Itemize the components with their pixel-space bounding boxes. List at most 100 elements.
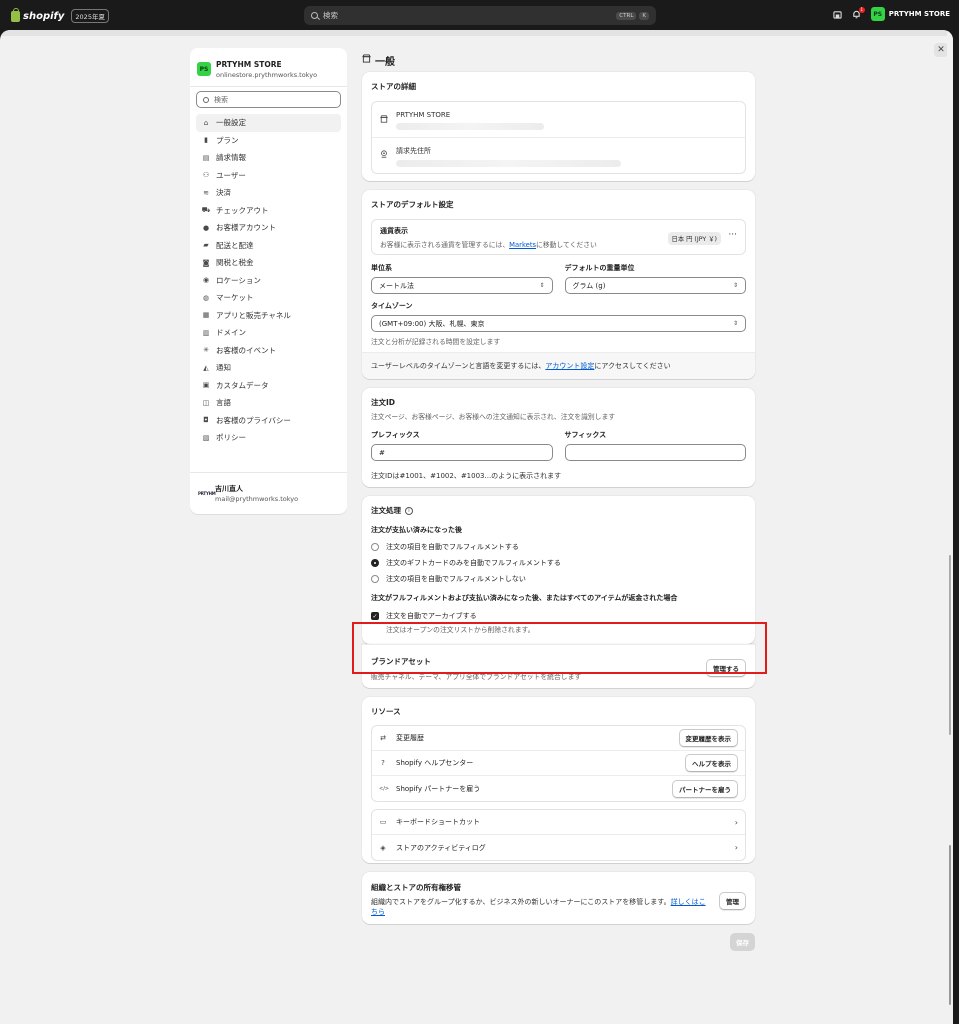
sidebar-item-16[interactable]: ◫ 言語 <box>196 394 341 412</box>
resource-nav-row-1[interactable]: ◈ ストアのアクティビティログ › <box>372 835 745 860</box>
resource-button[interactable]: 変更履歴を表示 <box>678 729 738 747</box>
plan-icon: ▮ <box>204 136 208 145</box>
sidebar-item-label: マーケット <box>216 293 254 303</box>
suffix-label: サフィックス <box>564 431 607 439</box>
sidebar-item-18[interactable]: ▧ ポリシー <box>196 429 341 447</box>
sidebar-item-3[interactable]: ⚇ ユーザー <box>196 167 341 185</box>
resource-button[interactable]: ヘルプを表示 <box>685 754 738 772</box>
save-button[interactable]: 保存 <box>730 933 755 951</box>
chevron-right-icon: › <box>734 843 738 852</box>
resource-label: キーボードショートカット <box>396 818 480 826</box>
language-icon: ◫ <box>202 398 210 407</box>
resources-tools-box: ▭ キーボードショートカット › ◈ ストアのアクティビティログ › <box>371 809 746 861</box>
shopify-logo[interactable]: shopify 2025年夏 <box>11 7 109 23</box>
scrollbar-thumb-secondary[interactable] <box>949 845 951 1005</box>
prefix-input[interactable]: # <box>371 444 553 461</box>
fulfillment-option-1[interactable]: 注文のギフトカードのみを自動でフルフィルメントする <box>371 555 746 571</box>
fulfillment-option-label: 注文のギフトカードのみを自動でフルフィルメントする <box>386 559 561 567</box>
sidebar-item-10[interactable]: ◍ マーケット <box>196 289 341 307</box>
fulfillment-option-label: 注文の項目を自動でフルフィルメントしない <box>386 575 526 583</box>
ownership-heading: 組織とストアの所有権移管 <box>371 883 461 892</box>
radio-button[interactable] <box>371 575 379 583</box>
manage-ownership-button[interactable]: 管理 <box>719 892 746 910</box>
account-note-pre: ユーザーレベルのタイムゾーンと言語を変更するには、 <box>371 362 546 370</box>
location-icon: ◉ <box>202 276 210 285</box>
sidebar-nav: ⌂ 一般設定 ▮ プラン ▤ 請求情報 ⚇ ユーザー ≋ 決済 ⛟ チェックアウト ● お客様アカウント ▰… <box>190 114 347 447</box>
sidebar-item-7[interactable]: ▰ 配送と配達 <box>196 237 341 255</box>
sidebar-item-0[interactable]: ⌂ 一般設定 <box>196 114 341 132</box>
store-name-row[interactable]: PRTYHM STORE <box>372 102 745 138</box>
close-button[interactable]: ✕ <box>934 43 948 57</box>
account-settings-link[interactable]: アカウント設定 <box>545 361 594 371</box>
more-icon[interactable]: ··· <box>728 230 737 240</box>
page-title: 一般 <box>362 48 755 72</box>
resource-label: ストアのアクティビティログ <box>396 843 486 852</box>
sidebar-item-2[interactable]: ▤ 請求情報 <box>196 149 341 167</box>
keyboard-icon: ▭ <box>379 818 387 826</box>
currency-desc-pre: お客様に表示される通貨を管理するには、 <box>380 241 510 249</box>
markets-link[interactable]: Markets <box>509 241 536 249</box>
search-placeholder: 検索 <box>323 11 338 20</box>
scrollbar-thumb[interactable] <box>949 555 951 735</box>
store-menu[interactable]: PS PRTYHM STORE <box>870 7 950 21</box>
highlight-box <box>352 622 767 674</box>
resource-row-0: ⇄ 変更履歴 変更履歴を表示 <box>372 726 745 751</box>
store-name: PRTYHM STORE <box>888 10 950 18</box>
timezone-select[interactable]: (GMT+09:00) 大阪、札幌、東京 ⇕ <box>371 315 746 332</box>
sidebar-item-4[interactable]: ≋ 決済 <box>196 184 341 202</box>
auto-archive-checkbox[interactable]: ✓ 注文を自動でアーカイブする <box>371 611 746 621</box>
sidebar-item-14[interactable]: ◭ 通知 <box>196 359 341 377</box>
store-switch-icon[interactable] <box>833 10 842 19</box>
scrollbar[interactable] <box>947 30 953 1024</box>
sidebar-item-5[interactable]: ⛟ チェックアウト <box>196 202 341 220</box>
redacted-text <box>396 160 621 167</box>
select-arrows-icon: ⇕ <box>732 320 738 327</box>
fulfillment-option-2[interactable]: 注文の項目を自動でフルフィルメントしない <box>371 571 746 587</box>
resource-nav-row-0[interactable]: ▭ キーボードショートカット › <box>372 810 745 835</box>
chevron-right-icon: › <box>734 817 738 827</box>
edition-badge: 2025年夏 <box>71 9 109 23</box>
radio-button[interactable] <box>371 559 379 567</box>
sidebar-store-domain: onlinestore.prythmworks.tokyo <box>216 70 318 79</box>
billing-address-row[interactable]: 請求先住所 <box>372 138 745 175</box>
payments-icon: ≋ <box>203 188 209 197</box>
sidebar-item-17[interactable]: ◘ お客様のプライバシー <box>196 412 341 430</box>
sidebar-item-11[interactable]: ▦ アプリと販売チャネル <box>196 307 341 325</box>
weight-unit-select[interactable]: グラム (g) ⇕ <box>564 277 746 294</box>
history-icon: ⇄ <box>380 734 386 742</box>
shortcut-k: K <box>639 11 649 20</box>
sidebar-item-label: 言語 <box>216 398 231 408</box>
suffix-input[interactable] <box>564 444 746 461</box>
unit-system-select[interactable]: メートル法 ⇕ <box>371 277 553 294</box>
sidebar-item-12[interactable]: ▥ ドメイン <box>196 324 341 342</box>
info-icon[interactable]: i <box>405 506 413 515</box>
sidebar-item-15[interactable]: ▣ カスタムデータ <box>196 377 341 395</box>
sidebar-user[interactable]: PRTYHM 吉川直人 mail@prythmworks.tokyo <box>190 472 347 514</box>
radio-button[interactable] <box>371 543 379 551</box>
lock-icon: ◘ <box>203 416 209 425</box>
ownership-desc: 組織内でストアをグループ化するか、ビジネス外の新しいオーナーにこのストアを移管し… <box>371 897 711 917</box>
bell-icon: ◭ <box>203 363 209 372</box>
divider <box>190 86 347 87</box>
sidebar-item-8[interactable]: ◙ 関税と税金 <box>196 254 341 272</box>
domain-icon: ▥ <box>202 328 210 337</box>
global-search[interactable]: 検索 CTRL K <box>304 6 656 25</box>
sidebar-item-1[interactable]: ▮ プラン <box>196 132 341 150</box>
timezone-value: (GMT+09:00) 大阪、札幌、東京 <box>379 319 485 328</box>
sidebar-item-9[interactable]: ◉ ロケーション <box>196 272 341 290</box>
currency-desc-post: に移動してください <box>536 241 597 249</box>
sidebar-item-6[interactable]: ● お客様アカウント <box>196 219 341 237</box>
select-arrows-icon: ⇕ <box>539 282 545 289</box>
resource-button[interactable]: パートナーを雇う <box>672 779 738 798</box>
sidebar-search-input[interactable]: 検索 <box>196 91 341 108</box>
sidebar-item-13[interactable]: ✳ お客様のイベント <box>196 342 341 360</box>
page-title-text: 一般 <box>375 56 395 68</box>
sidebar-store-header[interactable]: PS PRTYHM STORE onlinestore.prythmworks.… <box>190 48 347 82</box>
bell-icon[interactable]: 1 <box>852 6 865 19</box>
settings-sidebar: PS PRTYHM STORE onlinestore.prythmworks.… <box>190 48 347 514</box>
resource-label: Shopify パートナーを雇う <box>396 784 481 793</box>
prefix-label: プレフィックス <box>371 431 420 439</box>
currency-box: 通貨表示 お客様に表示される通貨を管理するには、Marketsに移動してください… <box>371 219 746 255</box>
avatar: PS <box>197 62 211 76</box>
fulfillment-option-0[interactable]: 注文の項目を自動でフルフィルメントする <box>371 539 746 555</box>
